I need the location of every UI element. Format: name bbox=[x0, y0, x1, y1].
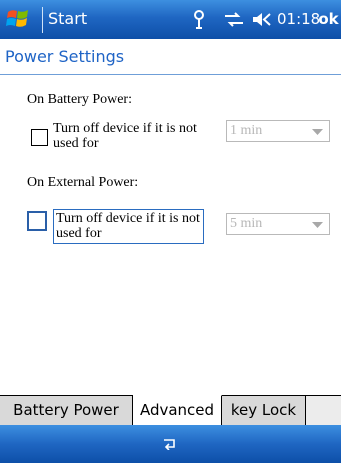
external-timeout-dropdown[interactable]: 5 min bbox=[226, 213, 330, 235]
start-label[interactable]: Start bbox=[48, 9, 87, 29]
external-turnoff-checkbox[interactable] bbox=[27, 211, 47, 231]
battery-section-label: On Battery Power: bbox=[27, 92, 132, 107]
ok-button[interactable]: ok bbox=[316, 5, 341, 33]
connectivity-icon[interactable] bbox=[192, 9, 206, 29]
signal-icon[interactable] bbox=[224, 12, 244, 27]
clock[interactable]: 01:18 bbox=[277, 9, 320, 29]
battery-timeout-dropdown[interactable]: 1 min bbox=[226, 120, 330, 142]
page-header: Power Settings bbox=[0, 39, 341, 75]
external-timeout-value: 5 min bbox=[230, 216, 263, 231]
menu-bar bbox=[0, 425, 341, 463]
tab-key-lock[interactable]: key Lock bbox=[222, 396, 306, 425]
chevron-down-icon bbox=[312, 129, 323, 135]
battery-turnoff-checkbox[interactable] bbox=[31, 129, 48, 146]
speaker-icon[interactable] bbox=[252, 11, 274, 28]
tab-strip: Battery Power Advanced key Lock bbox=[0, 395, 341, 426]
tab-strip-fill bbox=[306, 396, 341, 425]
chevron-down-icon bbox=[312, 222, 323, 228]
battery-turnoff-label[interactable]: Turn off device if it is not used for bbox=[53, 121, 215, 151]
windows-flag-icon[interactable] bbox=[5, 6, 33, 33]
tab-battery-power[interactable]: Battery Power bbox=[0, 396, 133, 425]
page-title: Power Settings bbox=[5, 47, 125, 66]
external-section-label: On External Power: bbox=[27, 175, 139, 190]
title-bar: Start 01:18 ok bbox=[0, 0, 341, 39]
battery-timeout-value: 1 min bbox=[230, 123, 263, 138]
tab-advanced[interactable]: Advanced bbox=[133, 395, 222, 426]
external-turnoff-label[interactable]: Turn off device if it is not used for bbox=[53, 209, 204, 244]
title-separator bbox=[42, 7, 43, 33]
input-panel-icon[interactable] bbox=[163, 438, 177, 450]
